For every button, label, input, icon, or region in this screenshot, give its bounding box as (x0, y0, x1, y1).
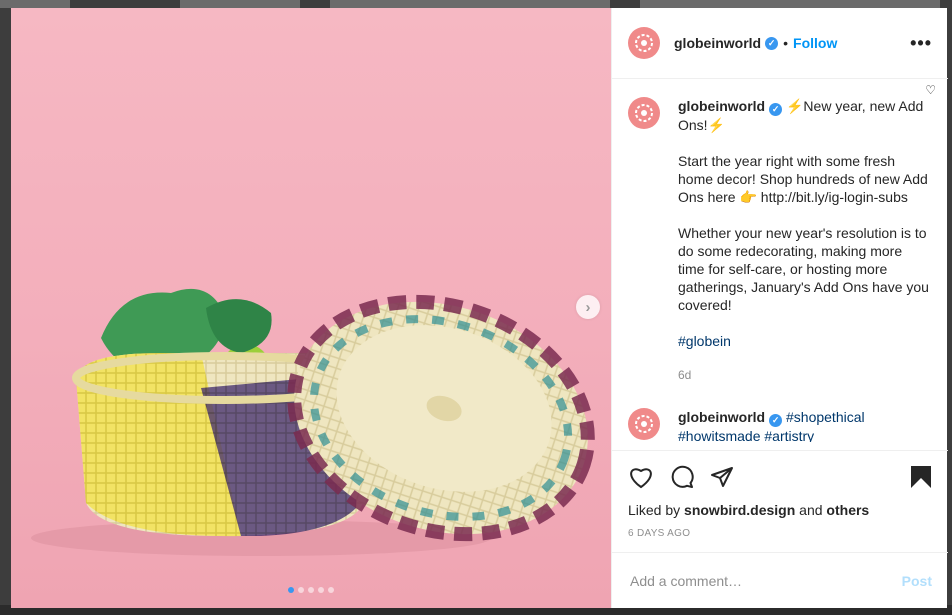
like-button[interactable] (628, 465, 654, 489)
post-side-panel: globeinworld ✓ • Follow ••• globeinworld… (611, 8, 948, 608)
comments-list[interactable]: globeinworld ✓ ⚡New year, new Add Ons!⚡ S… (612, 79, 948, 450)
verified-badge-icon: ✓ (769, 414, 783, 427)
comment-username[interactable]: globeinworld (678, 409, 765, 425)
action-bar (612, 450, 948, 502)
post-comment-button[interactable]: Post (902, 573, 932, 589)
backdrop-tile (0, 0, 70, 8)
next-slide-button[interactable]: › (576, 295, 600, 319)
caption-body: globeinworld ✓ ⚡New year, new Add Ons!⚡ S… (678, 97, 932, 384)
comment-button[interactable] (670, 465, 694, 489)
paper-plane-icon (711, 466, 733, 487)
globein-logo-icon (635, 104, 653, 122)
backdrop-tile (640, 0, 940, 8)
follow-button[interactable]: Follow (793, 35, 837, 51)
carousel-dots (288, 587, 334, 593)
heart-icon (630, 467, 652, 488)
comment-input[interactable] (628, 571, 902, 590)
save-button[interactable] (910, 465, 932, 489)
caption-username[interactable]: globeinworld (678, 98, 765, 114)
caption-time[interactable]: 6d (678, 366, 932, 384)
likes-mid: and (799, 502, 823, 518)
carousel-dot (318, 587, 324, 593)
avatar[interactable] (628, 27, 660, 59)
likes-prefix: Liked by (628, 502, 681, 518)
backdrop-tile (180, 0, 300, 8)
backdrop-tile (330, 0, 610, 8)
caption-paragraph: Whether your new year's resolution is to… (678, 225, 929, 313)
post-photo[interactable]: › (11, 8, 611, 608)
carousel-dot (298, 587, 304, 593)
verified-badge-icon: ✓ (769, 103, 783, 116)
comment-body: globeinworld ✓ #shopethical #howitsmade #… (678, 408, 932, 442)
avatar[interactable] (628, 408, 660, 440)
likes-summary: Liked by snowbird.design and others (612, 502, 948, 524)
globein-logo-icon (635, 34, 653, 52)
basket-illustration (31, 288, 595, 556)
liker-username[interactable]: snowbird.design (684, 502, 795, 518)
list-item: globeinworld ✓ #shopethical #howitsmade #… (628, 83, 936, 442)
caption-paragraph: Start the year right with some fresh hom… (678, 153, 928, 205)
more-options-icon[interactable]: ••• (910, 33, 932, 54)
verified-badge-icon: ✓ (765, 36, 779, 50)
carousel-dot (288, 587, 294, 593)
comment-bubble-icon (671, 465, 694, 488)
globein-logo-icon (635, 415, 653, 433)
post-header: globeinworld ✓ • Follow ••• (612, 8, 948, 79)
caption-comment: globeinworld ✓ ⚡New year, new Add Ons!⚡ S… (628, 97, 932, 384)
post-modal: › globeinworld ✓ • Follow ••• globeinwor… (11, 8, 948, 608)
likes-others-link[interactable]: others (826, 502, 869, 518)
post-date[interactable]: 6 DAYS AGO (612, 524, 948, 552)
add-comment-bar: Post (612, 552, 948, 608)
carousel-dot (328, 587, 334, 593)
hashtag-link[interactable]: #globein (678, 333, 731, 349)
separator: • (783, 35, 789, 51)
share-button[interactable] (710, 465, 734, 489)
header-username[interactable]: globeinworld (674, 35, 761, 51)
bookmark-icon (911, 465, 931, 488)
avatar[interactable] (628, 97, 660, 129)
carousel-dot (308, 587, 314, 593)
